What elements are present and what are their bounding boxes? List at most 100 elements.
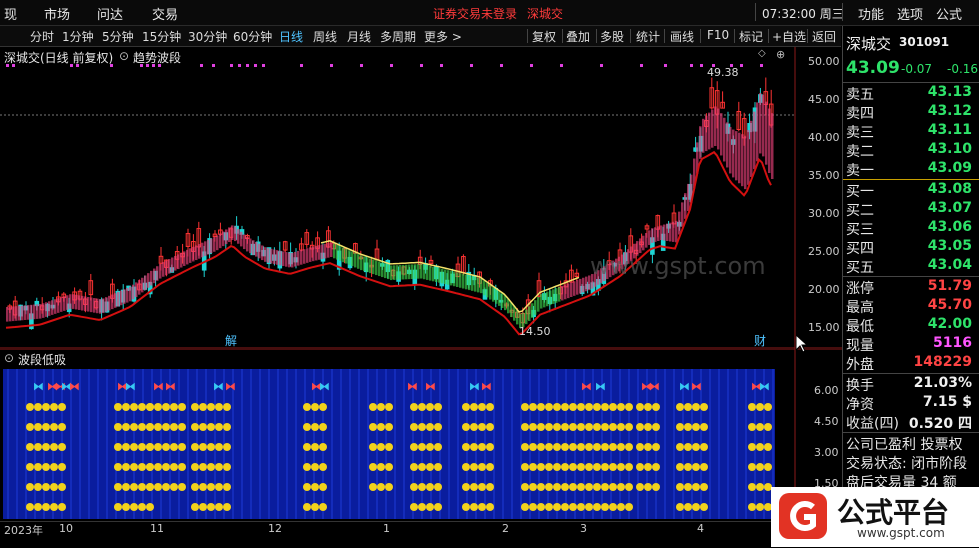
signal-dot — [593, 503, 601, 511]
signal-dot — [593, 403, 601, 411]
indicator-subchart[interactable]: ⧓ ⧓ ⧓ ⧓ ⧓ ⧓ ⧓ ⧓ ⧓ ⧓ ⧓ ⧓ ⧓ ⧓ ⧓ ⧓ ⧓ ⧓ ⧓ ⧓ ⧓ ⧓ ⧓ ⧓ ⧓ ⊙ 波段低吸 6.00 4.… — [0, 349, 842, 521]
stock-tab[interactable]: 深城交 — [527, 5, 563, 22]
tool-f10[interactable]: F10 — [707, 28, 729, 42]
tool-stats[interactable]: 统计 — [636, 28, 660, 45]
trend-band — [195, 245, 198, 261]
trend-band — [567, 283, 570, 299]
signal-dot — [577, 423, 585, 431]
signal-dot — [303, 463, 311, 471]
trend-band — [378, 261, 381, 277]
period-multi[interactable]: 多周期 — [380, 28, 416, 45]
trend-band — [420, 263, 423, 279]
period-monthly[interactable]: 月线 — [347, 28, 371, 45]
tool-mark[interactable]: 标记 — [739, 28, 763, 45]
signal-dot — [577, 463, 585, 471]
signal-dot — [462, 443, 470, 451]
period-daily[interactable]: 日线 — [279, 28, 303, 45]
menu-formula[interactable]: 公式 — [936, 4, 962, 23]
ask-row-2[interactable]: 卖二 43.10 — [846, 141, 976, 160]
period-60min[interactable]: 60分钟 — [233, 28, 272, 45]
tool-multistock[interactable]: 多股 — [600, 28, 624, 45]
signal-dot — [26, 443, 34, 451]
menu-item-now[interactable]: 现 — [4, 4, 17, 23]
indicator-name[interactable]: 趋势波段 — [133, 49, 181, 66]
signal-dot — [636, 443, 644, 451]
signal-dot — [162, 443, 170, 451]
trend-band — [237, 229, 240, 244]
menu-options[interactable]: 选项 — [897, 4, 923, 23]
period-15min[interactable]: 15分钟 — [142, 28, 181, 45]
trend-band — [318, 245, 321, 260]
tool-add-watchlist[interactable]: +自选 — [772, 28, 806, 45]
signal-dot — [644, 443, 652, 451]
candlestick-chart[interactable]: www.gspt.com 深城交(日线 前复权) ⊙ 趋势波段 49.38 14… — [0, 47, 842, 349]
ask-row-5[interactable]: 卖五 43.13 — [846, 84, 976, 103]
signal-dot — [58, 443, 66, 451]
signal-dot — [26, 463, 34, 471]
ask-row-4[interactable]: 卖四 43.12 — [846, 103, 976, 122]
high-price-label: 49.38 — [707, 66, 739, 79]
bid-row-2[interactable]: 买二 43.07 — [846, 200, 976, 219]
trend-band — [120, 290, 123, 306]
trend-band — [660, 225, 663, 241]
trend-band — [96, 298, 99, 314]
period-5min[interactable]: 5分钟 — [102, 28, 134, 45]
signal-dot — [692, 403, 700, 411]
signal-dot — [470, 403, 478, 411]
ask-row-1[interactable]: 卖一 43.09 — [846, 160, 976, 179]
tool-draw[interactable]: 画线 — [670, 28, 694, 45]
subchart-toggle-icon[interactable]: ⊙ — [4, 351, 14, 365]
signal-dot — [684, 503, 692, 511]
divider — [807, 29, 808, 43]
signal-dot — [223, 443, 231, 451]
bid-row-3[interactable]: 买三 43.06 — [846, 219, 976, 238]
trend-band — [231, 225, 234, 240]
signal-dot — [756, 503, 764, 511]
menu-function[interactable]: 功能 — [858, 4, 884, 23]
trend-band — [114, 293, 117, 308]
signal-dot — [617, 423, 625, 431]
trade-login-notice[interactable]: 证券交易未登录 — [433, 5, 517, 22]
period-weekly[interactable]: 周线 — [313, 28, 337, 45]
signal-dot — [625, 423, 633, 431]
menu-item-wenda[interactable]: 问达 — [97, 4, 123, 23]
expand-icon[interactable]: ⊕ — [776, 48, 785, 61]
marker-jie[interactable]: 解 — [225, 332, 237, 349]
diamond-icon: ◇ — [758, 48, 766, 59]
tool-overlay[interactable]: 叠加 — [566, 28, 590, 45]
butterfly-icon: ⧓ — [581, 380, 592, 393]
bid-row-5[interactable]: 买五 43.04 — [846, 257, 976, 276]
period-fenshi[interactable]: 分时 — [30, 28, 54, 45]
marker-cai[interactable]: 财 — [754, 332, 766, 349]
trend-band — [699, 126, 702, 159]
signal-dot — [418, 503, 426, 511]
divider — [843, 432, 979, 433]
signal-dot — [138, 423, 146, 431]
bid-row-4[interactable]: 买四 43.05 — [846, 238, 976, 257]
ask-row-3[interactable]: 卖三 43.11 — [846, 122, 976, 141]
signal-dot — [114, 423, 122, 431]
period-30min[interactable]: 30分钟 — [188, 28, 227, 45]
signal-dot — [561, 503, 569, 511]
trend-band — [375, 260, 378, 276]
period-1min[interactable]: 1分钟 — [62, 28, 94, 45]
trend-band — [570, 282, 573, 297]
signal-dot — [545, 483, 553, 491]
trend-band — [654, 227, 657, 242]
trend-band — [33, 304, 36, 320]
signal-dot — [636, 483, 644, 491]
tool-back[interactable]: 返回 — [812, 28, 836, 45]
bid-row-1[interactable]: 买一 43.08 — [846, 181, 976, 200]
menu-item-market[interactable]: 市场 — [44, 4, 70, 23]
tool-fuquan[interactable]: 复权 — [532, 28, 556, 45]
indicator-toggle-icon[interactable]: ⊙ — [119, 49, 129, 63]
trend-band — [282, 251, 285, 267]
menu-item-trade[interactable]: 交易 — [152, 4, 178, 23]
period-more[interactable]: 更多 > — [424, 28, 462, 45]
butterfly-icon: ⧓ — [225, 380, 236, 393]
trend-band — [321, 244, 324, 260]
signal-dot — [418, 463, 426, 471]
trend-band — [651, 228, 654, 243]
trend-band — [273, 249, 276, 265]
trend-band — [672, 221, 675, 242]
